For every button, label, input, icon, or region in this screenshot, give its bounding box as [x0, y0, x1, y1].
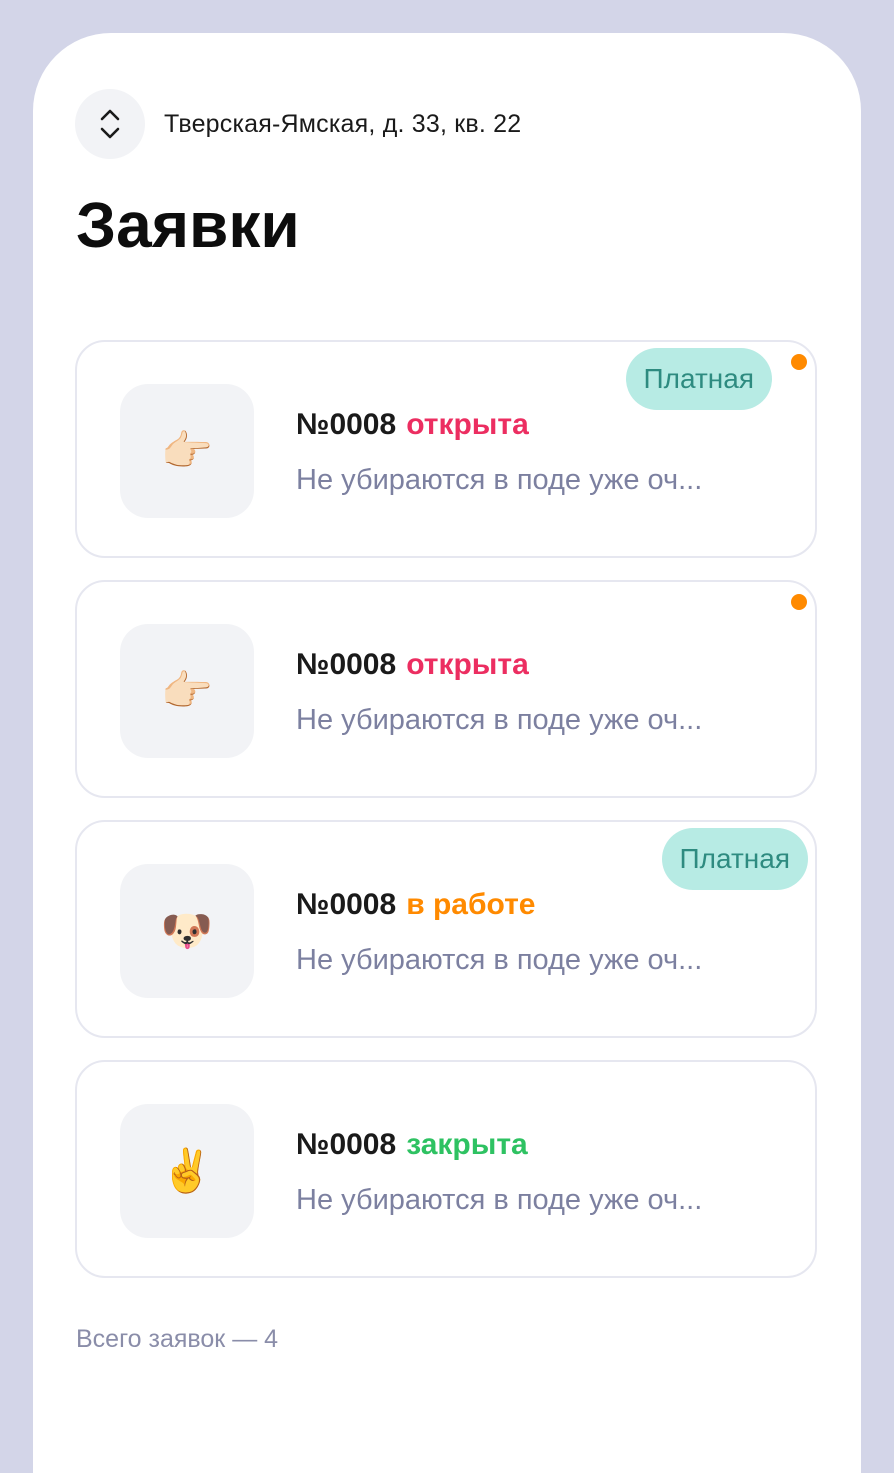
request-status: в работе — [406, 888, 536, 921]
dog-face-icon: 🐶 — [120, 864, 254, 998]
request-status: закрыта — [406, 1128, 528, 1161]
address-selector[interactable]: Тверская-Ямская, д. 33, кв. 22 — [75, 89, 521, 159]
request-number: №0008 — [296, 1128, 397, 1161]
request-number: №0008 — [296, 408, 397, 441]
request-card[interactable]: 🐶 №0008 в работе Не убираются в поде уже … — [75, 820, 817, 1038]
request-status: открыта — [406, 648, 529, 681]
paid-badge: Платная — [661, 828, 808, 890]
victory-hand-icon: ✌️ — [120, 1104, 254, 1238]
request-description: Не убираются в поде уже оч... — [296, 944, 703, 976]
request-title: №0008 закрыта — [296, 1128, 528, 1162]
request-card[interactable]: 👉🏻 №0008 открыта Не убираются в поде уже … — [75, 580, 817, 798]
unread-dot — [791, 354, 807, 370]
request-title: №0008 в работе — [296, 888, 535, 922]
request-description: Не убираются в поде уже оч... — [296, 704, 703, 736]
page-title: Заявки — [76, 189, 300, 261]
paid-badge: Платная — [625, 348, 772, 410]
app-screen: Тверская-Ямская, д. 33, кв. 22 Заявки 👉🏻… — [33, 33, 861, 1473]
total-count: Всего заявок — 4 — [76, 1325, 279, 1353]
request-description: Не убираются в поде уже оч... — [296, 464, 703, 496]
request-card[interactable]: ✌️ №0008 закрыта Не убираются в поде уже … — [75, 1060, 817, 1278]
request-title: №0008 открыта — [296, 648, 529, 682]
chevron-up-down-icon — [100, 109, 120, 139]
request-number: №0008 — [296, 888, 397, 921]
pointing-hand-icon: 👉🏻 — [120, 624, 254, 758]
request-title: №0008 открыта — [296, 408, 529, 442]
request-card[interactable]: 👉🏻 №0008 открыта Не убираются в поде уже … — [75, 340, 817, 558]
pointing-hand-icon: 👉🏻 — [120, 384, 254, 518]
request-number: №0008 — [296, 648, 397, 681]
address-switch-button[interactable] — [75, 89, 145, 159]
request-description: Не убираются в поде уже оч... — [296, 1184, 703, 1216]
request-status: открыта — [406, 408, 529, 441]
address-label: Тверская-Ямская, д. 33, кв. 22 — [164, 109, 522, 138]
unread-dot — [791, 594, 807, 610]
